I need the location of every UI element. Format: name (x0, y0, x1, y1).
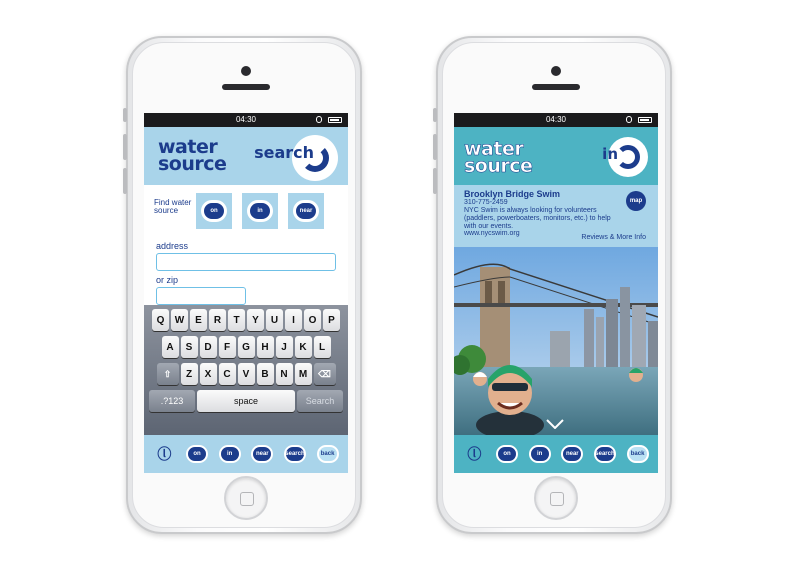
key-t[interactable]: T (228, 309, 245, 331)
volume-down (433, 168, 437, 194)
numbers-key[interactable]: .?123 (149, 390, 195, 412)
search-key[interactable]: Search (297, 390, 343, 412)
earpiece (532, 84, 580, 90)
address-label: address (156, 241, 189, 251)
swimmer-photo (454, 247, 658, 435)
rotation-lock-icon (316, 116, 322, 123)
search-form: Find water source on in near address or … (144, 185, 348, 305)
nav-near[interactable]: near (250, 442, 274, 466)
front-camera (241, 66, 251, 76)
earpiece (222, 84, 270, 90)
event-phone[interactable]: 310-775-2459 (464, 199, 648, 207)
key-p[interactable]: P (323, 309, 340, 331)
app-header: water source search (144, 127, 348, 185)
bottom-nav: ⓛ on in near search back (454, 435, 658, 473)
nav-search[interactable]: search (283, 442, 307, 466)
right-phone: 04:30 water source in Brooklyn Bridge Sw… (433, 36, 672, 534)
zip-input[interactable] (156, 287, 246, 305)
mode-near-button[interactable]: near (288, 193, 324, 229)
key-o[interactable]: O (304, 309, 321, 331)
battery-icon (328, 117, 342, 123)
home-logo-icon[interactable]: ⓛ (152, 442, 176, 466)
key-z[interactable]: Z (180, 363, 198, 385)
front-camera (551, 66, 561, 76)
key-v[interactable]: V (237, 363, 255, 385)
nav-back[interactable]: back (626, 442, 650, 466)
volume-up (123, 134, 127, 160)
key-m[interactable]: M (294, 363, 312, 385)
logo-line-2: source (464, 155, 533, 178)
key-b[interactable]: B (256, 363, 274, 385)
logo-line-2: source (158, 153, 227, 176)
key-n[interactable]: N (275, 363, 293, 385)
page-title: search (254, 143, 314, 162)
zip-label: or zip (156, 275, 179, 285)
address-input[interactable] (156, 253, 336, 271)
key-e[interactable]: E (190, 309, 207, 331)
app-logo: water source (464, 139, 533, 178)
detail-screen: 04:30 water source in Brooklyn Bridge Sw… (454, 113, 658, 473)
key-w[interactable]: W (171, 309, 188, 331)
mode-in-button[interactable]: in (242, 193, 278, 229)
event-description: NYC Swim is always looking for volunteer… (464, 206, 611, 230)
key-c[interactable]: C (218, 363, 236, 385)
key-j[interactable]: J (275, 336, 293, 358)
key-y[interactable]: Y (247, 309, 264, 331)
key-s[interactable]: S (180, 336, 198, 358)
key-x[interactable]: X (199, 363, 217, 385)
status-bar: 04:30 (144, 113, 348, 127)
space-key[interactable]: space (197, 390, 295, 412)
page-title: in (602, 145, 618, 163)
home-logo-icon[interactable]: ⓛ (462, 442, 486, 466)
search-screen: 04:30 water source search Find water sou… (144, 113, 348, 473)
nav-search[interactable]: search (593, 442, 617, 466)
app-header: water source in (454, 127, 658, 185)
backspace-key[interactable]: ⌫ (313, 363, 336, 385)
mute-switch (123, 108, 127, 122)
key-l[interactable]: L (313, 336, 331, 358)
left-phone: 04:30 water source search Find water sou… (123, 36, 362, 534)
nav-in[interactable]: in (528, 442, 552, 466)
nav-back[interactable]: back (316, 442, 340, 466)
key-g[interactable]: G (237, 336, 255, 358)
nav-on[interactable]: on (185, 442, 209, 466)
key-d[interactable]: D (199, 336, 217, 358)
shift-key[interactable]: ⇧ (156, 363, 179, 385)
keyboard: QWERTYUIOP ASDFGHJKL ⇧ ZXCVBNM ⌫ .?123 s… (144, 305, 348, 435)
more-info-link[interactable]: Reviews & More Info (581, 234, 646, 242)
key-r[interactable]: R (209, 309, 226, 331)
key-f[interactable]: F (218, 336, 236, 358)
bottom-nav: ⓛ on in near search back (144, 435, 348, 473)
app-logo: water source (158, 137, 227, 176)
mode-on-button[interactable]: on (196, 193, 232, 229)
map-button[interactable]: map (626, 191, 646, 211)
key-u[interactable]: U (266, 309, 283, 331)
mute-switch (433, 108, 437, 122)
event-info: Brooklyn Bridge Swim 310-775-2459 NYC Sw… (454, 185, 658, 247)
rotation-lock-icon (626, 116, 632, 123)
nav-on[interactable]: on (495, 442, 519, 466)
key-k[interactable]: K (294, 336, 312, 358)
event-title: Brooklyn Bridge Swim (464, 189, 561, 199)
status-time: 04:30 (545, 115, 567, 124)
home-button[interactable] (534, 476, 578, 520)
nav-near[interactable]: near (560, 442, 584, 466)
key-h[interactable]: H (256, 336, 274, 358)
battery-icon (638, 117, 652, 123)
event-photo (454, 247, 658, 435)
volume-down (123, 168, 127, 194)
status-time: 04:30 (235, 115, 257, 124)
key-q[interactable]: Q (152, 309, 169, 331)
chevron-down-icon[interactable] (546, 419, 564, 429)
volume-up (433, 134, 437, 160)
home-button[interactable] (224, 476, 268, 520)
key-a[interactable]: A (161, 336, 179, 358)
nav-in[interactable]: in (218, 442, 242, 466)
key-i[interactable]: I (285, 309, 302, 331)
find-label: Find water source (154, 198, 192, 216)
status-bar: 04:30 (454, 113, 658, 127)
